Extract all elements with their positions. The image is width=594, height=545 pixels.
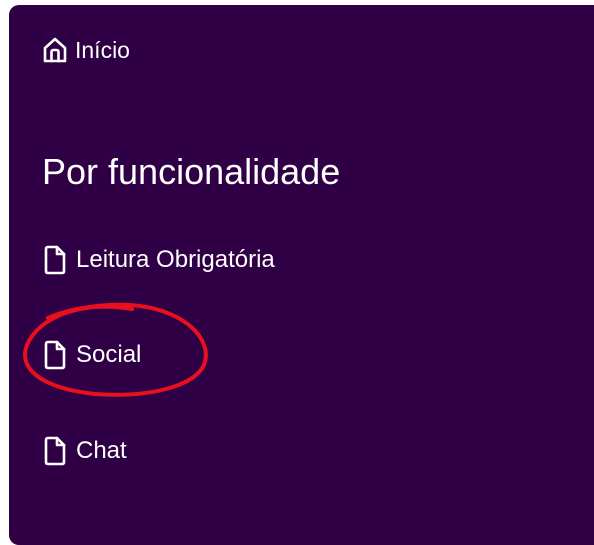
file-icon: [42, 245, 68, 275]
sidebar-item-social[interactable]: Social: [42, 340, 141, 370]
sidebar-item-chat[interactable]: Chat: [42, 436, 127, 466]
sidebar-item-label: Social: [76, 341, 142, 368]
section-title: Por funcionalidade: [42, 151, 341, 192]
sidebar-item-leitura-obrigatoria[interactable]: Leitura Obrigatória: [42, 245, 275, 275]
home-icon: [42, 35, 68, 65]
sidebar-item-home[interactable]: Início: [42, 35, 130, 65]
sidebar-item-label: Leitura Obrigatória: [76, 246, 275, 273]
sidebar-item-label: Chat: [76, 437, 127, 464]
sidebar-item-label: Início: [75, 36, 130, 63]
file-icon: [42, 340, 68, 370]
file-icon: [42, 436, 68, 466]
